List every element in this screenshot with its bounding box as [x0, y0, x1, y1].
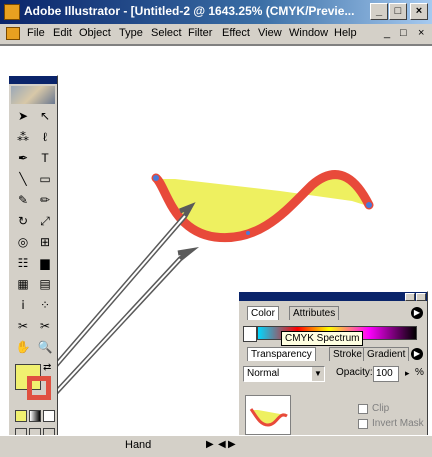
direct-selection-icon[interactable]: ↖ — [35, 106, 55, 126]
color-mode-button[interactable] — [15, 410, 27, 422]
status-menu-arrow-icon[interactable]: ▶ — [206, 439, 214, 450]
anchor-point-end — [366, 202, 372, 208]
menu-view[interactable]: View — [258, 27, 282, 39]
document-icon[interactable] — [6, 27, 20, 40]
knife-icon[interactable]: ✂ — [35, 316, 55, 336]
status-bar: Hand ▶ ◀ ▶ — [0, 435, 432, 457]
menu-select[interactable]: Select — [151, 27, 182, 39]
paintbrush-icon[interactable]: ✎ — [13, 190, 33, 210]
warp-icon[interactable]: ◎ — [13, 232, 33, 252]
transparency-panel-menu-icon[interactable]: ▶ — [411, 348, 423, 360]
menu-window[interactable]: Window — [289, 27, 328, 39]
minimize-button[interactable]: _ — [370, 3, 388, 20]
symbol-sprayer-icon[interactable]: ☷ — [13, 253, 33, 273]
window-title: Adobe Illustrator - [Untitled-2 @ 1643.2… — [24, 4, 355, 18]
menu-object[interactable]: Object — [79, 27, 111, 39]
toolbox-palette: ➤ ↖ ⁂ ℓ ✒ T ╲ ▭ ✎ ✏ ↻ ⤢ ◎ ⊞ ☷ ▆ ▦ ▤ ⅰ ⁘ ✂ ✂ ✋ 🔍 ⇄ — [8, 75, 58, 445]
anchor-point-start — [153, 175, 159, 181]
none-mode-button[interactable] — [43, 410, 55, 422]
gradient-mode-button[interactable] — [29, 410, 41, 422]
tab-transparency[interactable]: Transparency — [247, 347, 316, 361]
toolbox-title-bar[interactable] — [9, 76, 57, 84]
current-tool-label: Hand — [125, 439, 152, 451]
panel-close-button[interactable] — [416, 293, 426, 301]
magic-wand-icon[interactable]: ⁂ — [13, 127, 33, 147]
clip-label: Clip — [372, 403, 390, 414]
menu-edit[interactable]: Edit — [53, 27, 72, 39]
zoom-icon[interactable]: 🔍 — [35, 337, 55, 357]
anchor-point-mid — [246, 231, 250, 235]
menu-effect[interactable]: Effect — [222, 27, 250, 39]
doc-minimize-button[interactable]: _ — [384, 27, 390, 39]
maximize-button[interactable]: □ — [389, 3, 407, 20]
opacity-label: Opacity: — [336, 367, 373, 378]
app-icon[interactable] — [4, 4, 20, 20]
blend-icon[interactable]: ⁘ — [35, 295, 55, 315]
free-transform-icon[interactable]: ⊞ — [35, 232, 55, 252]
stroke-swatch[interactable] — [27, 376, 51, 400]
pen-icon[interactable]: ✒ — [13, 148, 33, 168]
panel-title-bar[interactable] — [239, 292, 427, 301]
scroll-left-icon[interactable]: ◀ — [218, 439, 226, 450]
color-panel-menu-icon[interactable]: ▶ — [411, 307, 423, 319]
doc-close-button[interactable]: × — [418, 27, 424, 39]
invert-mask-label: Invert Mask — [372, 418, 424, 429]
line-segment-icon[interactable]: ╲ — [13, 169, 33, 189]
hand-icon[interactable]: ✋ — [13, 337, 33, 357]
menu-help[interactable]: Help — [334, 27, 357, 39]
panel-minimize-button[interactable] — [405, 293, 415, 301]
clip-checkbox[interactable] — [358, 404, 368, 414]
none-swatch[interactable] — [243, 326, 257, 342]
lasso-icon[interactable]: ℓ — [35, 127, 55, 147]
thumbnail-art — [249, 408, 288, 427]
selection-arrow-icon[interactable]: ➤ — [13, 106, 33, 126]
type-icon[interactable]: T — [35, 148, 55, 168]
chevron-down-icon[interactable]: ▼ — [312, 367, 324, 381]
tab-color[interactable]: Color — [247, 306, 279, 320]
swap-fill-stroke-icon[interactable]: ⇄ — [43, 362, 51, 373]
transparency-thumbnail — [245, 395, 291, 435]
pencil-icon[interactable]: ✏ — [35, 190, 55, 210]
blend-mode-select[interactable]: Normal ▼ — [243, 366, 325, 382]
rectangle-icon[interactable]: ▭ — [35, 169, 55, 189]
tab-stroke[interactable]: Stroke — [329, 347, 366, 361]
menu-file[interactable]: File — [27, 27, 45, 39]
scale-icon[interactable]: ⤢ — [35, 211, 55, 231]
scroll-right-icon[interactable]: ▶ — [228, 439, 236, 450]
opacity-unit: % — [415, 367, 424, 378]
tab-gradient[interactable]: Gradient — [363, 347, 410, 361]
doc-restore-button[interactable]: □ — [400, 27, 407, 39]
eyedropper-icon[interactable]: ⅰ — [13, 295, 33, 315]
close-button[interactable]: × — [410, 3, 428, 20]
opacity-arrow-icon[interactable]: ▸ — [405, 368, 410, 379]
menu-type[interactable]: Type — [119, 27, 143, 39]
menu-bar: File Edit Object Type Select Filter Effe… — [0, 24, 432, 45]
toolbox-logo — [11, 86, 55, 104]
title-bar: Adobe Illustrator - [Untitled-2 @ 1643.2… — [0, 0, 432, 24]
opacity-input[interactable]: 100 — [373, 366, 399, 382]
blend-mode-value: Normal — [247, 368, 280, 379]
menu-filter[interactable]: Filter — [188, 27, 212, 39]
mesh-icon[interactable]: ▦ — [13, 274, 33, 294]
invert-mask-checkbox[interactable] — [358, 419, 368, 429]
spectrum-tooltip: CMYK Spectrum — [281, 331, 364, 346]
tab-attributes[interactable]: Attributes — [289, 306, 340, 320]
scissors-icon[interactable]: ✂ — [13, 316, 33, 336]
column-graph-icon[interactable]: ▆ — [35, 253, 55, 273]
rotate-icon[interactable]: ↻ — [13, 211, 33, 231]
gradient-icon[interactable]: ▤ — [35, 274, 55, 294]
